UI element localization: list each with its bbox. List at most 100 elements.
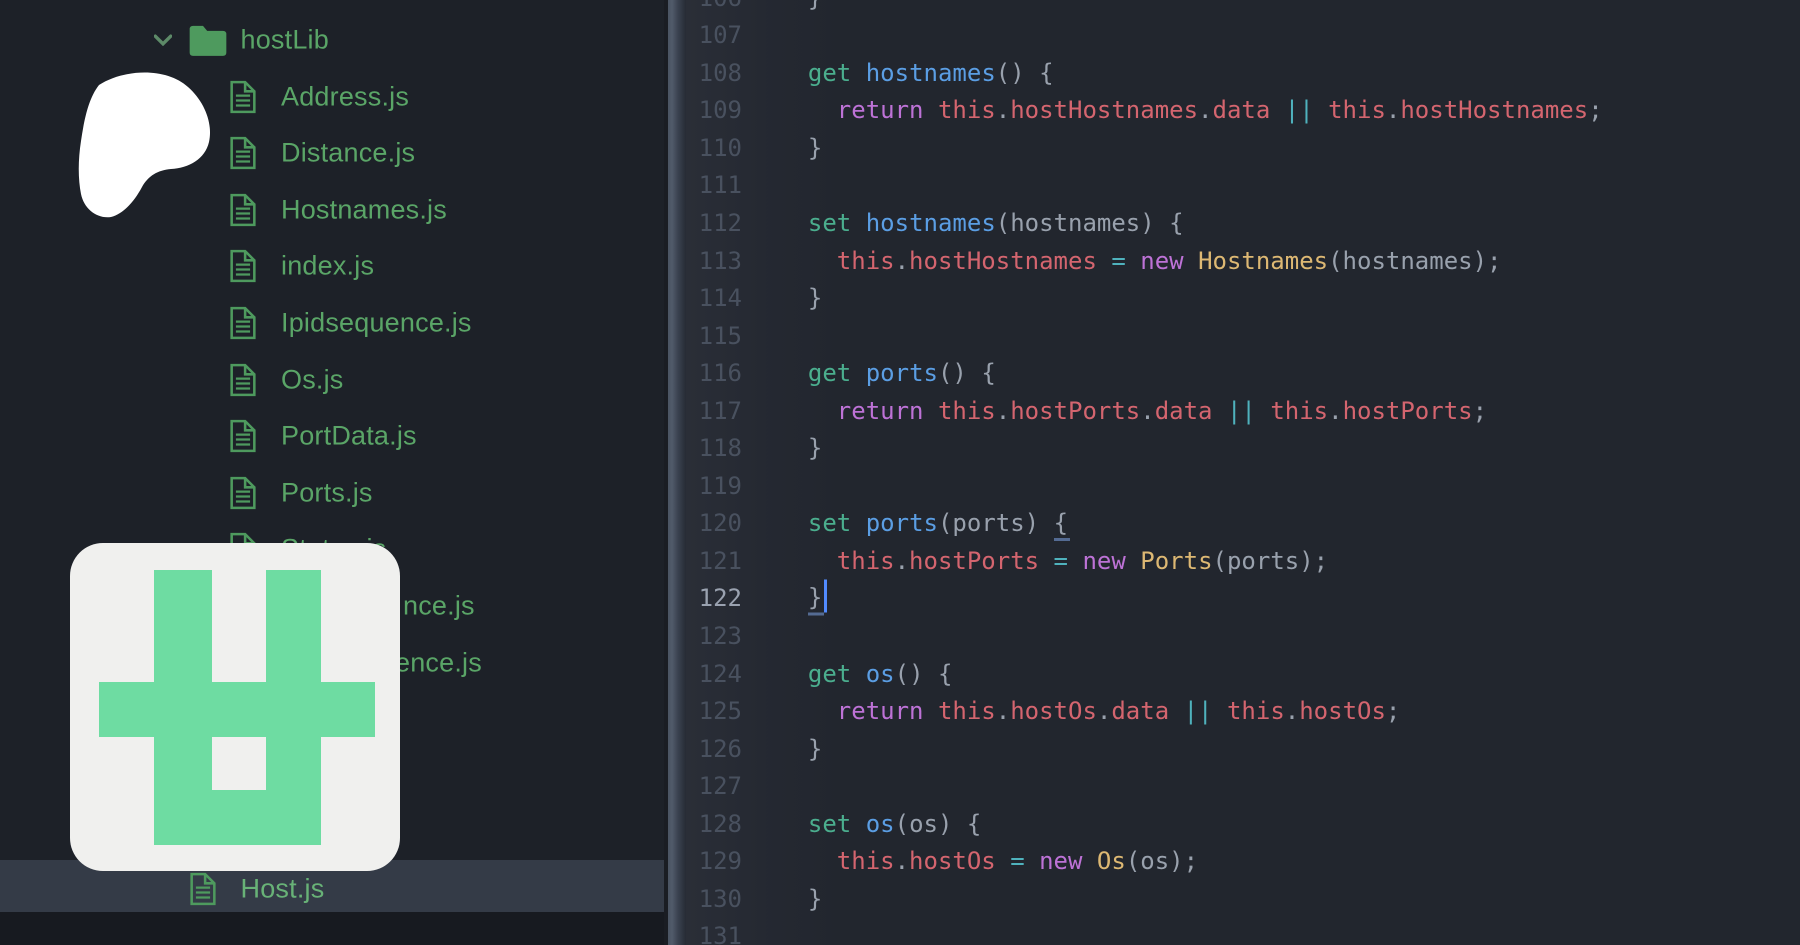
- line-number[interactable]: 112: [686, 209, 742, 237]
- code-line[interactable]: 111: [686, 166, 1800, 204]
- line-number[interactable]: 106: [686, 0, 742, 12]
- tree-item-label: Hostnames.js: [281, 194, 447, 225]
- line-number[interactable]: 128: [686, 810, 742, 838]
- code-line[interactable]: 109 return this.hostHostnames.data || th…: [686, 91, 1800, 129]
- code-line[interactable]: 131: [686, 917, 1800, 945]
- line-number[interactable]: 113: [686, 247, 742, 275]
- code-line[interactable]: 106 }: [686, 0, 1800, 17]
- tree-item-label: ence.js: [395, 647, 482, 678]
- line-number[interactable]: 126: [686, 735, 742, 763]
- line-number[interactable]: 111: [686, 171, 742, 199]
- tree-item-label: nce.js: [403, 590, 475, 621]
- code-line[interactable]: 125 return this.hostOs.data || this.host…: [686, 692, 1800, 730]
- code-line[interactable]: 120 set ports(ports) {: [686, 504, 1800, 542]
- tree-item-os-js[interactable]: Os.js: [0, 354, 664, 406]
- line-number[interactable]: 129: [686, 847, 742, 875]
- code-line[interactable]: 119: [686, 467, 1800, 505]
- line-number[interactable]: 108: [686, 59, 742, 87]
- chevron-down-icon[interactable]: [153, 34, 172, 47]
- code-line[interactable]: 110 }: [686, 129, 1800, 167]
- line-number[interactable]: 110: [686, 134, 742, 162]
- code-text: set hostnames(hostnames) {: [807, 208, 1184, 237]
- file-icon: [228, 363, 258, 397]
- code-text: get hostnames() {: [807, 58, 1054, 87]
- code-line[interactable]: 121 this.hostPorts = new Ports(ports);: [686, 542, 1800, 580]
- line-number[interactable]: 127: [686, 772, 742, 800]
- code-text: set ports(ports) {: [807, 509, 1071, 542]
- bracket-match-underline: }: [807, 583, 825, 616]
- code-text: }: [779, 434, 823, 463]
- line-number[interactable]: 120: [686, 509, 742, 537]
- white-blob-overlay: [78, 72, 211, 218]
- code-text: }: [779, 884, 823, 913]
- code-line[interactable]: 129 this.hostOs = new Os(os);: [686, 842, 1800, 880]
- code-line[interactable]: 130 }: [686, 880, 1800, 918]
- line-number[interactable]: 124: [686, 660, 742, 688]
- code-line[interactable]: 116 get ports() {: [686, 354, 1800, 392]
- code-line[interactable]: 128 set os(os) {: [686, 805, 1800, 843]
- file-icon: [228, 419, 258, 453]
- code-text: this.hostOs = new Os(os);: [836, 847, 1199, 876]
- code-line[interactable]: 108 get hostnames() {: [686, 54, 1800, 92]
- tree-item-label: PortData.js: [281, 420, 417, 451]
- line-number[interactable]: 109: [686, 96, 742, 124]
- code-text: this.hostHostnames = new Hostnames(hostn…: [836, 246, 1502, 275]
- code-line[interactable]: 114 }: [686, 279, 1800, 317]
- line-number[interactable]: 107: [686, 21, 742, 49]
- code-line[interactable]: 126 }: [686, 730, 1800, 768]
- code-editor[interactable]: 106 }107108 get hostnames() {109 return …: [686, 0, 1800, 945]
- tree-item-hostlib[interactable]: hostLib: [0, 14, 664, 66]
- tree-item-label: index.js: [281, 250, 375, 281]
- code-line[interactable]: 117 return this.hostPorts.data || this.h…: [686, 392, 1800, 430]
- tree-item-label: hostLib: [240, 24, 329, 55]
- file-icon: [228, 306, 258, 340]
- line-number[interactable]: 117: [686, 397, 742, 425]
- line-number[interactable]: 114: [686, 284, 742, 312]
- code-line[interactable]: 113 this.hostHostnames = new Hostnames(h…: [686, 242, 1800, 280]
- code-line[interactable]: 107: [686, 16, 1800, 54]
- code-line[interactable]: 123: [686, 617, 1800, 655]
- code-text: return this.hostHostnames.data || this.h…: [836, 96, 1603, 125]
- tree-item-label: Address.js: [281, 81, 410, 112]
- code-line[interactable]: 115: [686, 317, 1800, 355]
- line-number[interactable]: 123: [686, 622, 742, 650]
- tree-item-label: Distance.js: [281, 137, 416, 168]
- text-cursor: [824, 579, 828, 613]
- code-text: set os(os) {: [807, 809, 982, 838]
- line-number[interactable]: 130: [686, 885, 742, 913]
- code-editor-window: hostLib Address.js Distance.js Hostnames.js…: [0, 0, 1800, 945]
- tree-item-ipidsequence-js[interactable]: Ipidsequence.js: [0, 297, 664, 349]
- file-icon: [228, 476, 258, 510]
- line-number[interactable]: 125: [686, 697, 742, 725]
- code-line[interactable]: 118 }: [686, 429, 1800, 467]
- file-icon: [228, 80, 258, 114]
- code-text: }: [779, 284, 823, 313]
- tree-item-ports-js[interactable]: Ports.js: [0, 467, 664, 519]
- panel-resize-divider[interactable]: [664, 0, 686, 945]
- file-icon: [228, 136, 258, 170]
- file-icon: [228, 249, 258, 283]
- line-number[interactable]: 116: [686, 359, 742, 387]
- file-icon: [228, 193, 258, 227]
- tree-item-index-js[interactable]: index.js: [0, 240, 664, 292]
- line-number[interactable]: 115: [686, 322, 742, 350]
- file-icon: [188, 872, 218, 906]
- code-text: }: [779, 734, 823, 763]
- line-number[interactable]: 118: [686, 434, 742, 462]
- tree-item-label: Ports.js: [281, 477, 373, 508]
- tree-item-label: Os.js: [281, 364, 344, 395]
- code-line[interactable]: 124 get os() {: [686, 655, 1800, 693]
- code-text: get os() {: [807, 659, 953, 688]
- code-line[interactable]: 122 }: [686, 579, 1800, 617]
- bracket-match-underline: {: [1053, 509, 1071, 542]
- code-line[interactable]: 112 set hostnames(hostnames) {: [686, 204, 1800, 242]
- tree-item-label: Ipidsequence.js: [281, 307, 472, 338]
- tree-item-label: Host.js: [240, 873, 325, 904]
- line-number[interactable]: 131: [686, 922, 742, 945]
- line-number[interactable]: 122: [686, 584, 742, 612]
- code-line[interactable]: 127: [686, 767, 1800, 805]
- sidebar-bottom-strip: [0, 912, 664, 945]
- line-number[interactable]: 121: [686, 547, 742, 575]
- line-number[interactable]: 119: [686, 472, 742, 500]
- tree-item-portdata-js[interactable]: PortData.js: [0, 410, 664, 462]
